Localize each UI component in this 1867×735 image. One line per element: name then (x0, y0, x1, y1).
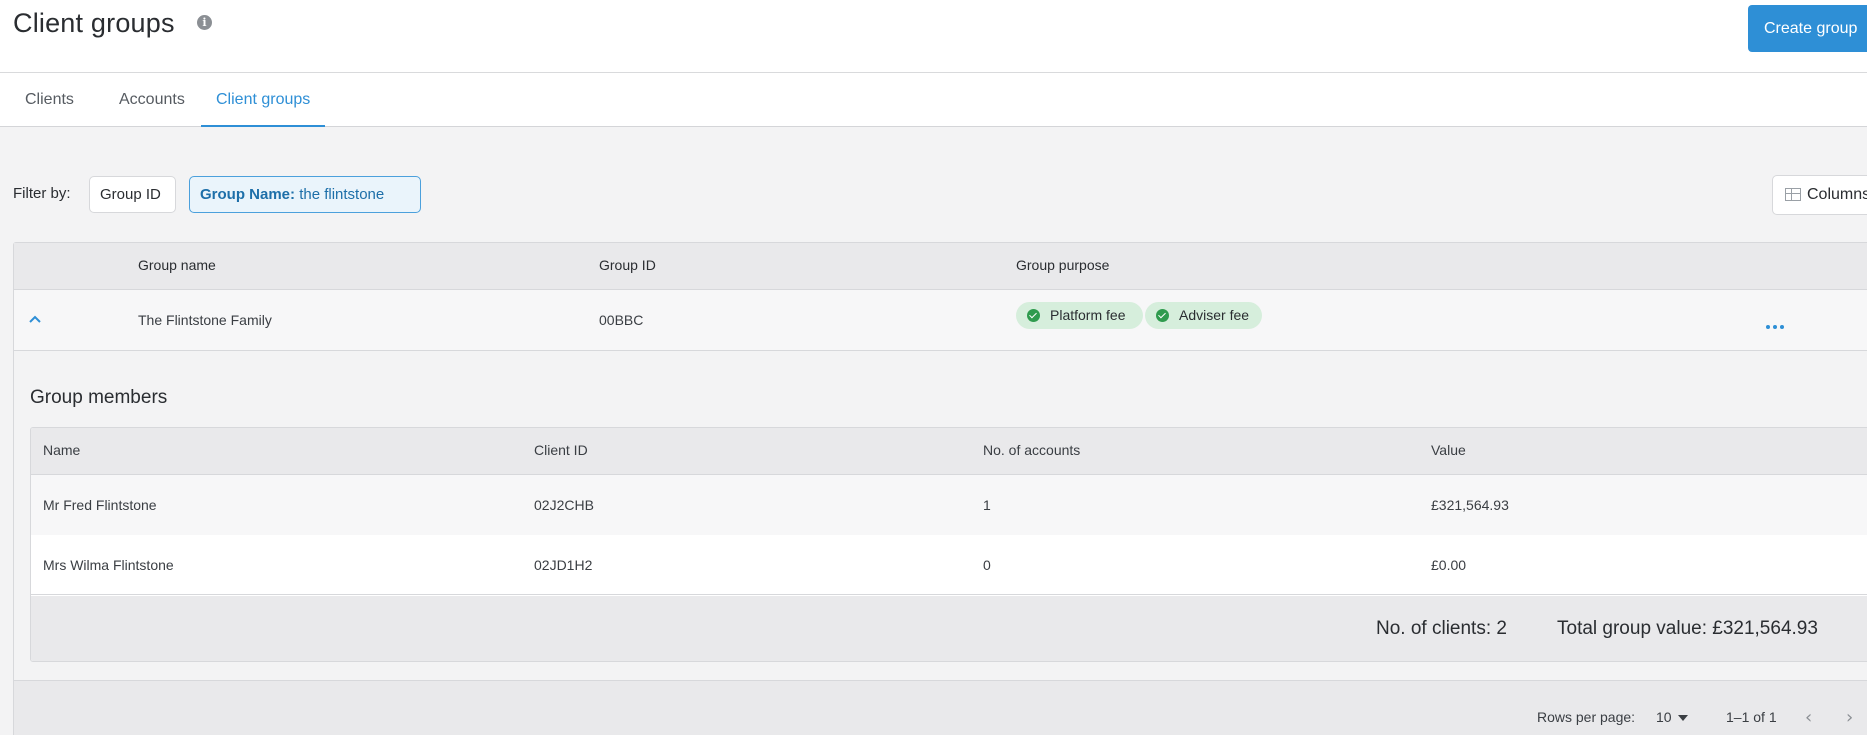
member-name: Mrs Wilma Flintstone (43, 557, 174, 573)
rows-per-page-select[interactable]: 10 (1656, 709, 1688, 725)
table-columns-icon (1785, 188, 1801, 201)
member-name: Mr Fred Flintstone (43, 497, 157, 513)
tab-client-groups[interactable]: Client groups (201, 73, 326, 127)
chevron-up-icon[interactable] (28, 314, 42, 324)
filter-chip-group-name[interactable]: Group Name: the flintstone (189, 176, 421, 213)
filter-chip-group-id[interactable]: Group ID (89, 176, 176, 213)
purpose-badge-label: Platform fee (1050, 307, 1126, 323)
column-header-accounts: No. of accounts (983, 442, 1081, 458)
member-accounts: 0 (983, 557, 991, 573)
check-circle-icon (1156, 309, 1169, 322)
purpose-badge-adviser-fee: Adviser fee (1145, 302, 1262, 329)
total-group-value: Total group value: £321,564.93 (1557, 618, 1818, 639)
more-options-icon[interactable] (1766, 316, 1787, 334)
client-groups-table: Group name Group ID Group purpose The Fl… (13, 242, 1867, 735)
member-accounts: 1 (983, 497, 991, 513)
info-icon[interactable]: i (197, 15, 212, 30)
purpose-badge-label: Adviser fee (1179, 307, 1250, 323)
filter-chip-value: the flintstone (299, 186, 385, 203)
rows-per-page-label: Rows per page: (1537, 709, 1636, 725)
member-value: £321,564.93 (1431, 497, 1509, 513)
column-header-client-id: Client ID (534, 442, 588, 458)
column-header-name: Name (43, 442, 81, 458)
tab-clients[interactable]: Clients (25, 73, 74, 127)
create-group-button[interactable]: Create group (1748, 5, 1867, 52)
purpose-badge-platform-fee: Platform fee (1016, 302, 1143, 329)
column-header-value: Value (1431, 442, 1466, 458)
columns-label: Columns (1807, 186, 1867, 203)
tab-accounts[interactable]: Accounts (119, 73, 185, 127)
filter-chip-key: Group Name: (200, 186, 296, 203)
caret-down-icon (1677, 715, 1688, 722)
table-row[interactable]: The Flintstone Family 00BBC Platform fee… (14, 290, 1867, 351)
member-value: £0.00 (1431, 557, 1467, 573)
group-members-title: Group members (30, 387, 168, 408)
page-header: Client groups i Create group (0, 0, 1867, 73)
column-header-group-purpose[interactable]: Group purpose (1016, 257, 1109, 273)
columns-button[interactable]: Columns (1772, 175, 1867, 215)
member-client-id: 02J2CHB (534, 497, 594, 513)
column-header-group-id[interactable]: Group ID (599, 257, 656, 273)
group-members-table: Name Client ID No. of accounts Value Mr … (30, 427, 1867, 662)
page-range: 1–1 of 1 (1726, 709, 1777, 725)
group-id-cell: 00BBC (599, 312, 644, 328)
column-header-group-name[interactable]: Group name (138, 257, 216, 273)
chevron-right-icon[interactable]: › (1846, 707, 1853, 728)
table-row[interactable]: Mr Fred Flintstone 02J2CHB 1 £321,564.93 (31, 475, 1867, 535)
member-client-id: 02JD1H2 (534, 557, 593, 573)
check-circle-icon (1027, 309, 1040, 322)
page-title: Client groups (13, 8, 175, 38)
rows-per-page-value: 10 (1656, 709, 1672, 725)
table-pagination: Rows per page: 10 1–1 of 1 ‹ › (14, 681, 1867, 735)
group-name-cell: The Flintstone Family (138, 312, 272, 328)
table-row[interactable]: Mrs Wilma Flintstone 02JD1H2 0 £0.00 (31, 535, 1867, 595)
filter-label: Filter by: (13, 185, 71, 202)
members-header: Name Client ID No. of accounts Value (31, 428, 1867, 475)
chevron-left-icon[interactable]: ‹ (1805, 707, 1812, 728)
client-count: No. of clients: 2 (1376, 618, 1507, 639)
group-detail-panel: Group members Name Client ID No. of acco… (14, 351, 1867, 681)
table-header: Group name Group ID Group purpose (14, 243, 1867, 290)
tab-bar: Clients Accounts Client groups (0, 73, 1867, 127)
members-summary: No. of clients: 2 Total group value: £32… (31, 596, 1867, 661)
